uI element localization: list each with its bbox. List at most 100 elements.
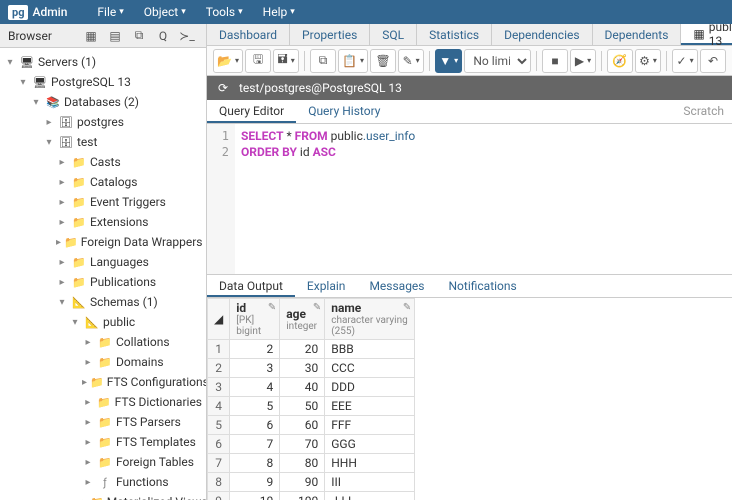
tab-query-history[interactable]: Query History [296,100,392,123]
table-row[interactable]: 7880HHH [208,454,415,473]
copy-button[interactable]: ⧉ [310,49,336,73]
cell-name[interactable]: HHH [325,454,415,473]
tree-node-schemas[interactable]: ▾Schemas (1) [0,292,206,312]
tree-node-languages[interactable]: ▸Languages [0,252,206,272]
tree-toggle-icon[interactable]: ▾ [30,97,42,108]
tree-toggle-icon[interactable]: ▸ [56,277,68,288]
cell-id[interactable]: 3 [230,359,280,378]
tab-query-editor[interactable]: Query Editor [207,100,296,123]
cell-age[interactable]: 30 [280,359,325,378]
tab-notifications[interactable]: Notifications [437,275,529,297]
tree-toggle-icon[interactable]: ▸ [82,477,94,488]
tab-dashboard[interactable]: Dashboard [207,24,290,45]
col-header-name[interactable]: namecharacter varying (255)✎ [325,299,415,340]
browser-dashboard-icon[interactable]: ▦ [80,26,102,46]
cell-name[interactable]: GGG [325,435,415,454]
tree-toggle-icon[interactable]: ▾ [56,297,68,308]
tree-node-domains[interactable]: ▸Domains [0,352,206,372]
cell-age[interactable]: 20 [280,340,325,359]
tree-node-pg13[interactable]: ▾PostgreSQL 13 [0,72,206,92]
explain-button[interactable]: 🧭 [607,49,633,73]
menu-object[interactable]: Object [134,5,196,19]
tree-toggle-icon[interactable]: ▸ [43,117,55,128]
tree-toggle-icon[interactable]: ▸ [56,237,61,248]
delete-row-button[interactable]: 🗑 [370,49,396,73]
tab-dependencies[interactable]: Dependencies [492,24,592,45]
edit-column-icon[interactable]: ✎ [403,302,411,313]
cell-age[interactable]: 40 [280,378,325,397]
tree-toggle-icon[interactable]: ▸ [56,257,68,268]
col-header-age[interactable]: ageinteger✎ [280,299,325,340]
cell-id[interactable]: 10 [230,492,280,500]
filter-button[interactable]: ▼ [435,49,462,73]
table-row[interactable]: 3440DDD [208,378,415,397]
menu-help[interactable]: Help [253,5,305,19]
cell-age[interactable]: 100 [280,492,325,500]
cell-id[interactable]: 5 [230,397,280,416]
tree-node-postgres[interactable]: ▸postgres [0,112,206,132]
col-header-id[interactable]: id[PK] bigint✎ [230,299,280,340]
open-file-button[interactable]: 📂 [213,49,243,73]
tree-toggle-icon[interactable]: ▾ [4,57,16,68]
tree-node-collations[interactable]: ▸Collations [0,332,206,352]
tree-toggle-icon[interactable]: ▸ [82,357,94,368]
tab-statistics[interactable]: Statistics [417,24,492,45]
cell-age[interactable]: 90 [280,473,325,492]
tab-data-output[interactable]: Data Output [207,275,295,297]
tree-node-fts-templates[interactable]: ▸FTS Templates [0,432,206,452]
cell-age[interactable]: 50 [280,397,325,416]
cell-id[interactable]: 8 [230,454,280,473]
browser-grid-icon[interactable]: ▤ [104,26,126,46]
tree-toggle-icon[interactable]: ▸ [82,417,94,428]
cell-id[interactable]: 7 [230,435,280,454]
browser-search-icon[interactable]: Q [152,26,174,46]
tree-toggle-icon[interactable]: ▸ [56,217,68,228]
paste-button[interactable]: 📋 [338,49,368,73]
cell-name[interactable]: JJJ [325,492,415,500]
tab-dependents[interactable]: Dependents [593,24,682,45]
tab-sql[interactable]: SQL [370,24,417,45]
edit-column-icon[interactable]: ✎ [268,302,276,313]
tree-node-event-triggers[interactable]: ▸Event Triggers [0,192,206,212]
cell-name[interactable]: FFF [325,416,415,435]
cell-id[interactable]: 9 [230,473,280,492]
tree-toggle-icon[interactable]: ▸ [82,397,93,408]
table-row[interactable]: 8990III [208,473,415,492]
tree-node-foreign-tables[interactable]: ▸Foreign Tables [0,452,206,472]
tree-node-fts-parsers[interactable]: ▸FTS Parsers [0,412,206,432]
table-row[interactable]: 4550EEE [208,397,415,416]
browser-sql-icon[interactable]: ⧉ [128,26,150,46]
tree-toggle-icon[interactable]: ▸ [56,197,68,208]
tree-toggle-icon[interactable]: ▸ [56,177,68,188]
table-row[interactable]: 910100JJJ [208,492,415,500]
edit-button[interactable]: ✎ [398,49,424,73]
edit-column-icon[interactable]: ✎ [313,302,321,313]
sql-editor[interactable]: 12 SELECT * FROM public.user_info ORDER … [207,124,732,274]
cell-name[interactable]: III [325,473,415,492]
tree-node-catalogs[interactable]: ▸Catalogs [0,172,206,192]
tab-explain[interactable]: Explain [295,275,358,297]
tab-properties[interactable]: Properties [290,24,370,45]
tree-node-functions[interactable]: ▸Functions [0,472,206,492]
cell-name[interactable]: EEE [325,397,415,416]
explain-analyze-button[interactable]: ⚙ [635,49,661,73]
cell-age[interactable]: 80 [280,454,325,473]
tree-node-publications[interactable]: ▸Publications [0,272,206,292]
tree-toggle-icon[interactable]: ▸ [82,377,87,388]
commit-button[interactable]: ✓ [672,49,698,73]
cell-name[interactable]: DDD [325,378,415,397]
table-row[interactable]: 2330CCC [208,359,415,378]
tree-toggle-icon[interactable]: ▾ [69,317,81,328]
tree-toggle-icon[interactable]: ▸ [82,437,94,448]
save-as-button[interactable]: 🖬 [273,49,299,73]
tree-node-databases[interactable]: ▾Databases (2) [0,92,206,112]
cell-id[interactable]: 2 [230,340,280,359]
save-file-button[interactable]: 🖫 [245,49,271,73]
tree-node-fdw[interactable]: ▸Foreign Data Wrappers [0,232,206,252]
stop-button[interactable]: ■ [542,49,568,73]
browser-terminal-icon[interactable]: ≻_ [176,26,198,46]
tree-node-test[interactable]: ▾test [0,132,206,152]
tree-toggle-icon[interactable]: ▾ [17,77,29,88]
tree-node-extensions[interactable]: ▸Extensions [0,212,206,232]
cell-name[interactable]: BBB [325,340,415,359]
